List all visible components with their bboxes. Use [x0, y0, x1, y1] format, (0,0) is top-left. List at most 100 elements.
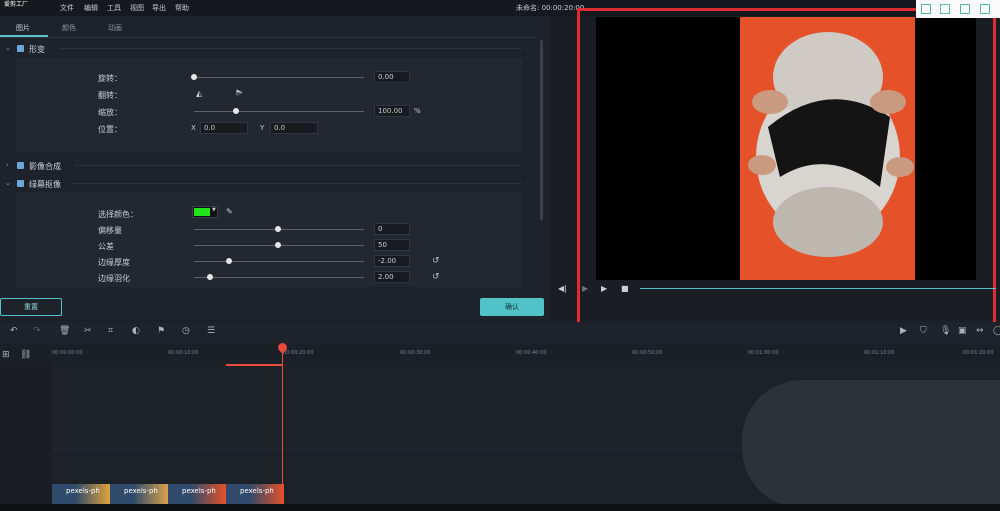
section-divider [60, 48, 522, 49]
scissors-icon[interactable]: ✂ [84, 326, 92, 336]
menu-tools[interactable]: 工具 [107, 3, 121, 13]
edge-feather-slider-knob[interactable] [207, 274, 213, 280]
select-color-label: 选择颜色： [98, 210, 138, 219]
rotate-slider-knob[interactable] [191, 74, 197, 80]
render-icon[interactable]: ▶ [900, 326, 907, 336]
chevron-right-icon[interactable]: › [6, 161, 9, 169]
save-icon[interactable] [960, 4, 970, 14]
marker-icon[interactable]: ⚑ [157, 326, 165, 336]
edge-thickness-slider[interactable] [194, 261, 364, 262]
ruler-tick: 00:01:10:00 [864, 350, 895, 356]
clip-thumbnail[interactable]: pexels-ph [168, 484, 226, 504]
compositing-checkbox[interactable] [17, 162, 24, 169]
ruler-tick: 00:00:30:00 [400, 350, 431, 356]
overlay-shadow [742, 380, 1000, 508]
ruler-tick: 00:00:10:00 [168, 350, 199, 356]
snapshot-icon[interactable] [921, 4, 931, 14]
section-chroma-title: 绿幕抠像 [29, 180, 61, 189]
clock-icon[interactable]: ◷ [182, 326, 190, 336]
position-x-input[interactable]: 0.0 [200, 122, 248, 134]
edge-feather-input[interactable]: 2.00 [374, 271, 410, 283]
play-back-icon[interactable]: ▶ [582, 284, 588, 293]
rotate-slider[interactable] [194, 77, 364, 78]
bottom-bar [0, 504, 1000, 511]
rotate-input[interactable]: 0.00 [374, 71, 410, 83]
offset-label: 偏移量 [98, 226, 122, 235]
screen-icon[interactable]: ▣ [958, 326, 967, 336]
tolerance-input[interactable]: 50 [374, 239, 410, 251]
color-picker[interactable]: ▼ [192, 206, 218, 218]
prev-frame-icon[interactable]: ◀| [558, 284, 567, 293]
menu-view[interactable]: 视图 [130, 3, 144, 13]
link-icon[interactable]: ⛓ [20, 350, 31, 360]
menu-file[interactable]: 文件 [60, 3, 74, 13]
chevron-down-icon[interactable]: ⌄ [5, 44, 11, 52]
position-y-input[interactable]: 0.0 [270, 122, 318, 134]
offset-slider-knob[interactable] [275, 226, 281, 232]
color-swatch [194, 208, 210, 216]
tab-color[interactable]: 颜色 [62, 23, 76, 33]
tolerance-slider-knob[interactable] [275, 242, 281, 248]
menu-help[interactable]: 帮助 [175, 3, 189, 13]
microphone-icon[interactable]: 🎙 [940, 326, 951, 336]
scale-input[interactable]: 100.00 [374, 105, 410, 117]
sliders-icon[interactable]: ☰ [207, 326, 215, 336]
tolerance-label: 公差 [98, 242, 114, 251]
export-icon[interactable] [980, 4, 990, 14]
clip-thumbnail[interactable]: pexels-ph [52, 484, 110, 504]
offset-input[interactable]: 0 [374, 223, 410, 235]
ruler-tick: 00:00:50:00 [632, 350, 663, 356]
ruler-tick: 00:01:20:00 [963, 350, 994, 356]
ruler-tick: 00:01:00:00 [748, 350, 779, 356]
edge-feather-slider[interactable] [194, 277, 364, 278]
redo-icon[interactable]: ↷ [33, 326, 41, 336]
flip-label: 翻转： [98, 91, 122, 100]
reset-icon[interactable]: ↺ [432, 256, 440, 266]
eyedropper-icon[interactable]: ✎ [226, 207, 233, 216]
reset-button[interactable]: 重置 [0, 298, 62, 316]
clip-thumbnail[interactable]: pexels-ph [110, 484, 168, 504]
scale-slider[interactable] [194, 111, 364, 112]
properties-scrollbar[interactable] [540, 40, 543, 220]
fullscreen-icon[interactable] [940, 4, 950, 14]
project-title: 未命名: 00:00:20:00 [516, 4, 585, 12]
trash-icon[interactable]: 🗑 [59, 326, 70, 336]
selection-range [226, 364, 282, 366]
clip-thumbnail[interactable]: pexels-ph [226, 484, 284, 504]
ruler-tick: 00:00:20:00 [283, 350, 314, 356]
timeline-ruler[interactable] [0, 344, 1000, 364]
palette-icon[interactable]: ◐ [132, 326, 140, 336]
chevron-down-icon[interactable]: ⌄ [5, 179, 11, 187]
section-divider [72, 183, 522, 184]
flip-horizontal-icon[interactable]: ◭ [196, 89, 202, 98]
track-headers [0, 364, 52, 511]
edge-thickness-label: 边缘厚度 [98, 258, 130, 267]
transform-checkbox[interactable] [17, 45, 24, 52]
scale-slider-knob[interactable] [233, 108, 239, 114]
tab-image[interactable]: 图片 [16, 23, 30, 33]
ok-button[interactable]: 确认 [480, 298, 544, 316]
flip-vertical-icon[interactable]: ◭ [236, 89, 245, 95]
section-divider [75, 165, 522, 166]
add-track-icon[interactable]: ⊞ [2, 350, 10, 360]
undo-icon[interactable]: ↶ [10, 326, 18, 336]
reset-icon[interactable]: ↺ [432, 272, 440, 282]
playback-progress-bar[interactable] [640, 288, 996, 289]
chroma-checkbox[interactable] [17, 180, 24, 187]
tab-divider [0, 37, 538, 38]
edge-thickness-slider-knob[interactable] [226, 258, 232, 264]
edge-thickness-input[interactable]: -2.00 [374, 255, 410, 267]
ruler-tick: 00:00:40:00 [516, 350, 547, 356]
timeline-toolbar [0, 322, 1000, 344]
shield-icon[interactable]: ⛉ [920, 326, 927, 336]
tab-animation[interactable]: 动画 [108, 23, 122, 33]
playhead[interactable] [282, 346, 283, 504]
y-label: Y [260, 124, 265, 132]
crop-icon[interactable]: ⌗ [108, 326, 113, 336]
stop-icon[interactable]: ■ [621, 284, 629, 293]
split-icon[interactable]: ⇔ [976, 326, 984, 336]
menu-export[interactable]: 导出 [152, 3, 166, 13]
play-icon[interactable]: ▶ [601, 284, 607, 293]
menu-edit[interactable]: 编辑 [84, 3, 98, 13]
zoom-icon[interactable]: ◯ [993, 326, 1000, 336]
